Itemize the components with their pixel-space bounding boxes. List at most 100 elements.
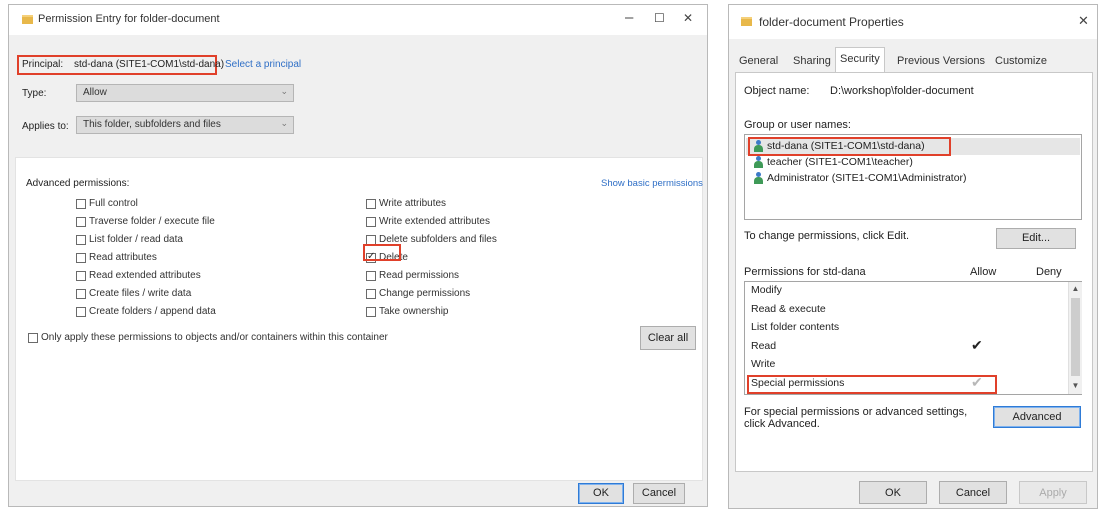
folder-icon	[22, 15, 33, 24]
user-label: Administrator (SITE1-COM1\Administrator)	[767, 172, 967, 184]
permission-row: List folder contents	[751, 321, 840, 333]
permission-entry-window: Permission Entry for folder-document – ☐…	[8, 4, 708, 507]
cancel-button[interactable]: Cancel	[939, 481, 1007, 504]
folder-icon	[741, 17, 752, 26]
checkbox-box	[28, 332, 38, 343]
permission-checkbox[interactable]: Full control	[76, 198, 138, 209]
permission-label: Full control	[89, 198, 138, 209]
permission-checkbox[interactable]: Traverse folder / execute file	[76, 216, 215, 227]
checkbox-box	[76, 216, 86, 227]
user-label: teacher (SITE1-COM1\teacher)	[767, 156, 913, 168]
checkbox-box	[76, 288, 86, 299]
special-permissions-highlight	[747, 375, 997, 394]
checkbox-box	[366, 216, 376, 227]
advanced-settings-text-2: click Advanced.	[744, 418, 820, 430]
permission-row: Write	[751, 358, 776, 370]
window-title: Permission Entry for folder-document	[38, 13, 220, 25]
user-list[interactable]: std-dana (SITE1-COM1\std-dana) teacher (…	[744, 134, 1082, 220]
checkbox-box	[366, 198, 376, 209]
scroll-up-icon[interactable]: ▲	[1069, 284, 1082, 293]
applies-to-value: This folder, subfolders and files	[83, 119, 221, 130]
permissions-for-label: Permissions for std-dana	[744, 266, 866, 278]
permission-label: Create folders / append data	[89, 306, 216, 317]
ok-button[interactable]: OK	[578, 483, 624, 504]
permission-label: Traverse folder / execute file	[89, 216, 215, 227]
tab-security[interactable]: Security	[835, 47, 885, 72]
tab-strip: General Sharing Security Previous Versio…	[735, 47, 1093, 72]
ok-button[interactable]: OK	[859, 481, 927, 504]
object-name-value: D:\workshop\folder-document	[830, 85, 974, 97]
permission-row: Modify	[751, 284, 782, 296]
checkbox-box	[366, 306, 376, 317]
permission-checkbox[interactable]: Read permissions	[366, 270, 459, 281]
checkbox-box	[76, 234, 86, 245]
type-label: Type:	[22, 88, 47, 99]
scroll-thumb[interactable]	[1071, 298, 1080, 376]
deny-column-header: Deny	[1036, 266, 1062, 278]
advanced-button[interactable]: Advanced	[993, 406, 1081, 428]
checkbox-box	[76, 198, 86, 209]
permissions-scrollbar[interactable]: ▲ ▼	[1068, 282, 1082, 394]
permission-label: Take ownership	[379, 306, 449, 317]
user-item-administrator[interactable]: Administrator (SITE1-COM1\Administrator)	[753, 172, 967, 184]
tab-general[interactable]: General	[735, 50, 782, 72]
user-icon	[753, 172, 764, 184]
tab-customize[interactable]: Customize	[991, 50, 1051, 72]
checkbox-box	[366, 288, 376, 299]
minimize-button[interactable]: –	[625, 9, 633, 27]
permission-label: Read attributes	[89, 252, 157, 263]
cancel-button[interactable]: Cancel	[633, 483, 685, 504]
show-basic-permissions-link[interactable]: Show basic permissions	[601, 178, 703, 189]
select-principal-link[interactable]: Select a principal	[225, 59, 301, 70]
checkbox-box	[76, 252, 86, 263]
permission-checkbox[interactable]: List folder / read data	[76, 234, 183, 245]
tab-previous-versions[interactable]: Previous Versions	[893, 50, 989, 72]
permission-row: Read	[751, 339, 777, 352]
std-dana-highlight	[748, 137, 951, 156]
maximize-button[interactable]: ☐	[654, 9, 665, 27]
permission-checkbox[interactable]: Create folders / append data	[76, 306, 216, 317]
delete-highlight	[363, 244, 401, 261]
allow-check-icon: ✔	[971, 336, 983, 353]
applies-to-dropdown[interactable]: This folder, subfolders and files ⌄	[76, 116, 294, 134]
scroll-down-icon[interactable]: ▼	[1069, 381, 1082, 390]
security-tab-panel: Object name: D:\workshop\folder-document…	[735, 72, 1093, 472]
checkbox-box	[366, 270, 376, 281]
type-value: Allow	[83, 87, 107, 98]
advanced-permissions-panel: Advanced permissions: Show basic permiss…	[15, 157, 703, 481]
edit-button[interactable]: Edit...	[996, 228, 1076, 249]
permission-label: Read permissions	[379, 270, 460, 281]
properties-window: folder-document Properties ✕ General Sha…	[728, 4, 1098, 509]
group-icon	[753, 156, 764, 168]
allow-column-header: Allow	[970, 266, 997, 278]
checkbox-box	[366, 234, 376, 245]
permission-label: Write extended attributes	[379, 216, 490, 227]
chevron-down-icon: ⌄	[280, 86, 288, 96]
tab-sharing[interactable]: Sharing	[789, 50, 835, 72]
permission-label: Create files / write data	[89, 288, 192, 299]
clear-all-button[interactable]: Clear all	[640, 326, 696, 350]
apply-button[interactable]: Apply	[1019, 481, 1087, 504]
title-bar: Permission Entry for folder-document – ☐…	[9, 5, 707, 35]
permission-checkbox[interactable]: Read attributes	[76, 252, 157, 263]
permission-checkbox[interactable]: Change permissions	[366, 288, 470, 299]
close-button[interactable]: ✕	[683, 9, 693, 27]
type-dropdown[interactable]: Allow ⌄	[76, 84, 294, 102]
permission-checkbox[interactable]: Write attributes	[366, 198, 446, 209]
permission-checkbox[interactable]: Write extended attributes	[366, 216, 490, 227]
permission-checkbox[interactable]: Read extended attributes	[76, 270, 201, 281]
permission-label: Write attributes	[379, 198, 447, 209]
group-user-names-label: Group or user names:	[744, 119, 851, 131]
user-item-teacher[interactable]: teacher (SITE1-COM1\teacher)	[753, 156, 913, 168]
permission-checkbox[interactable]: Take ownership	[366, 306, 448, 317]
checkbox-box	[76, 270, 86, 281]
permission-row: Read & execute	[751, 302, 826, 315]
only-apply-checkbox[interactable]: Only apply these permissions to objects …	[28, 332, 388, 343]
principal-label: Principal:	[22, 59, 64, 70]
permission-checkbox[interactable]: Create files / write data	[76, 288, 191, 299]
permission-label: Read extended attributes	[89, 270, 201, 281]
permissions-list[interactable]: Modify Read & execute List folder contents…	[744, 281, 1082, 395]
advanced-settings-text: For special permissions or advanced sett…	[744, 406, 968, 418]
object-name-label: Object name:	[744, 85, 810, 97]
close-button[interactable]: ✕	[1078, 12, 1089, 30]
